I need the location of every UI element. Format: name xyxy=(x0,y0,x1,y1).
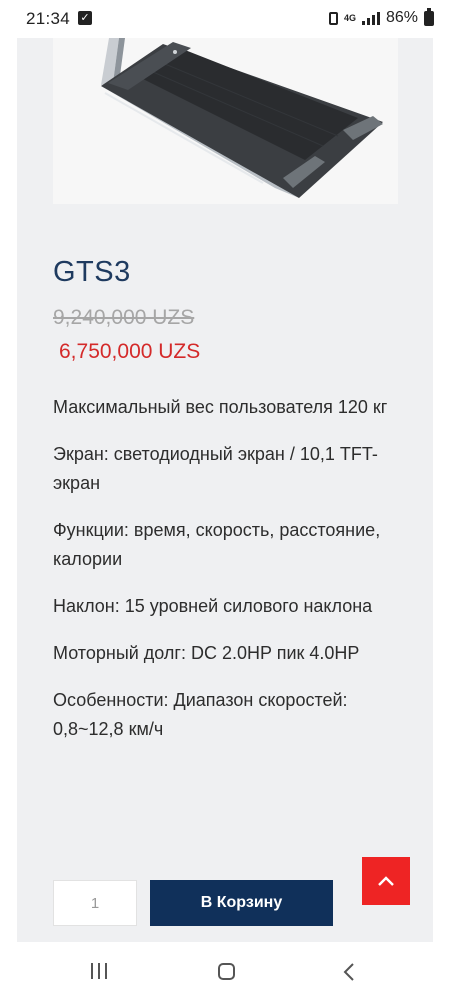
treadmill-image xyxy=(53,38,398,204)
product-specs: Максимальный вес пользователя 120 кг Экр… xyxy=(53,393,403,762)
status-bar: 21:34 ✓ 4G 86% xyxy=(0,0,450,38)
spec-motor: Моторный долг: DC 2.0HP пик 4.0HP xyxy=(53,643,360,663)
product-title: GTS3 xyxy=(53,256,131,288)
spec-speed-range: Особенности: Диапазон скоростей: 0,8~12,… xyxy=(53,690,348,739)
product-card: GTS3 9,240,000 UZS 6,750,000 UZS Максима… xyxy=(17,38,433,942)
network-type-icon: 4G xyxy=(343,12,356,23)
status-time: 21:34 xyxy=(26,9,71,28)
battery-saver-icon xyxy=(328,11,338,25)
old-price: 9,240,000 UZS xyxy=(53,306,195,329)
spec-screen: Экран: светодиодный экран / 10,1 TFT-экр… xyxy=(53,444,378,493)
add-to-cart-button[interactable]: В Корзину xyxy=(150,880,333,926)
quantity-input[interactable] xyxy=(53,880,137,926)
home-icon[interactable] xyxy=(218,963,235,980)
battery-percent: 86% xyxy=(385,9,418,26)
system-nav-bar xyxy=(0,942,450,1000)
task-check-icon: ✓ xyxy=(78,11,92,25)
spec-functions: Функции: время, скорость, расстояние, ка… xyxy=(53,520,381,569)
status-icons: 4G 86% xyxy=(328,7,434,27)
spec-incline: Наклон: 15 уровней силового наклона xyxy=(53,596,373,616)
scroll-to-top-button[interactable] xyxy=(362,857,410,905)
signal-icon xyxy=(361,11,380,25)
recent-apps-icon[interactable] xyxy=(91,963,107,979)
back-icon[interactable] xyxy=(343,962,355,982)
spec-max-weight: Максимальный вес пользователя 120 кг xyxy=(53,397,388,417)
sale-price: 6,750,000 UZS xyxy=(59,340,201,363)
chevron-up-icon xyxy=(378,876,394,886)
battery-icon xyxy=(424,7,434,26)
